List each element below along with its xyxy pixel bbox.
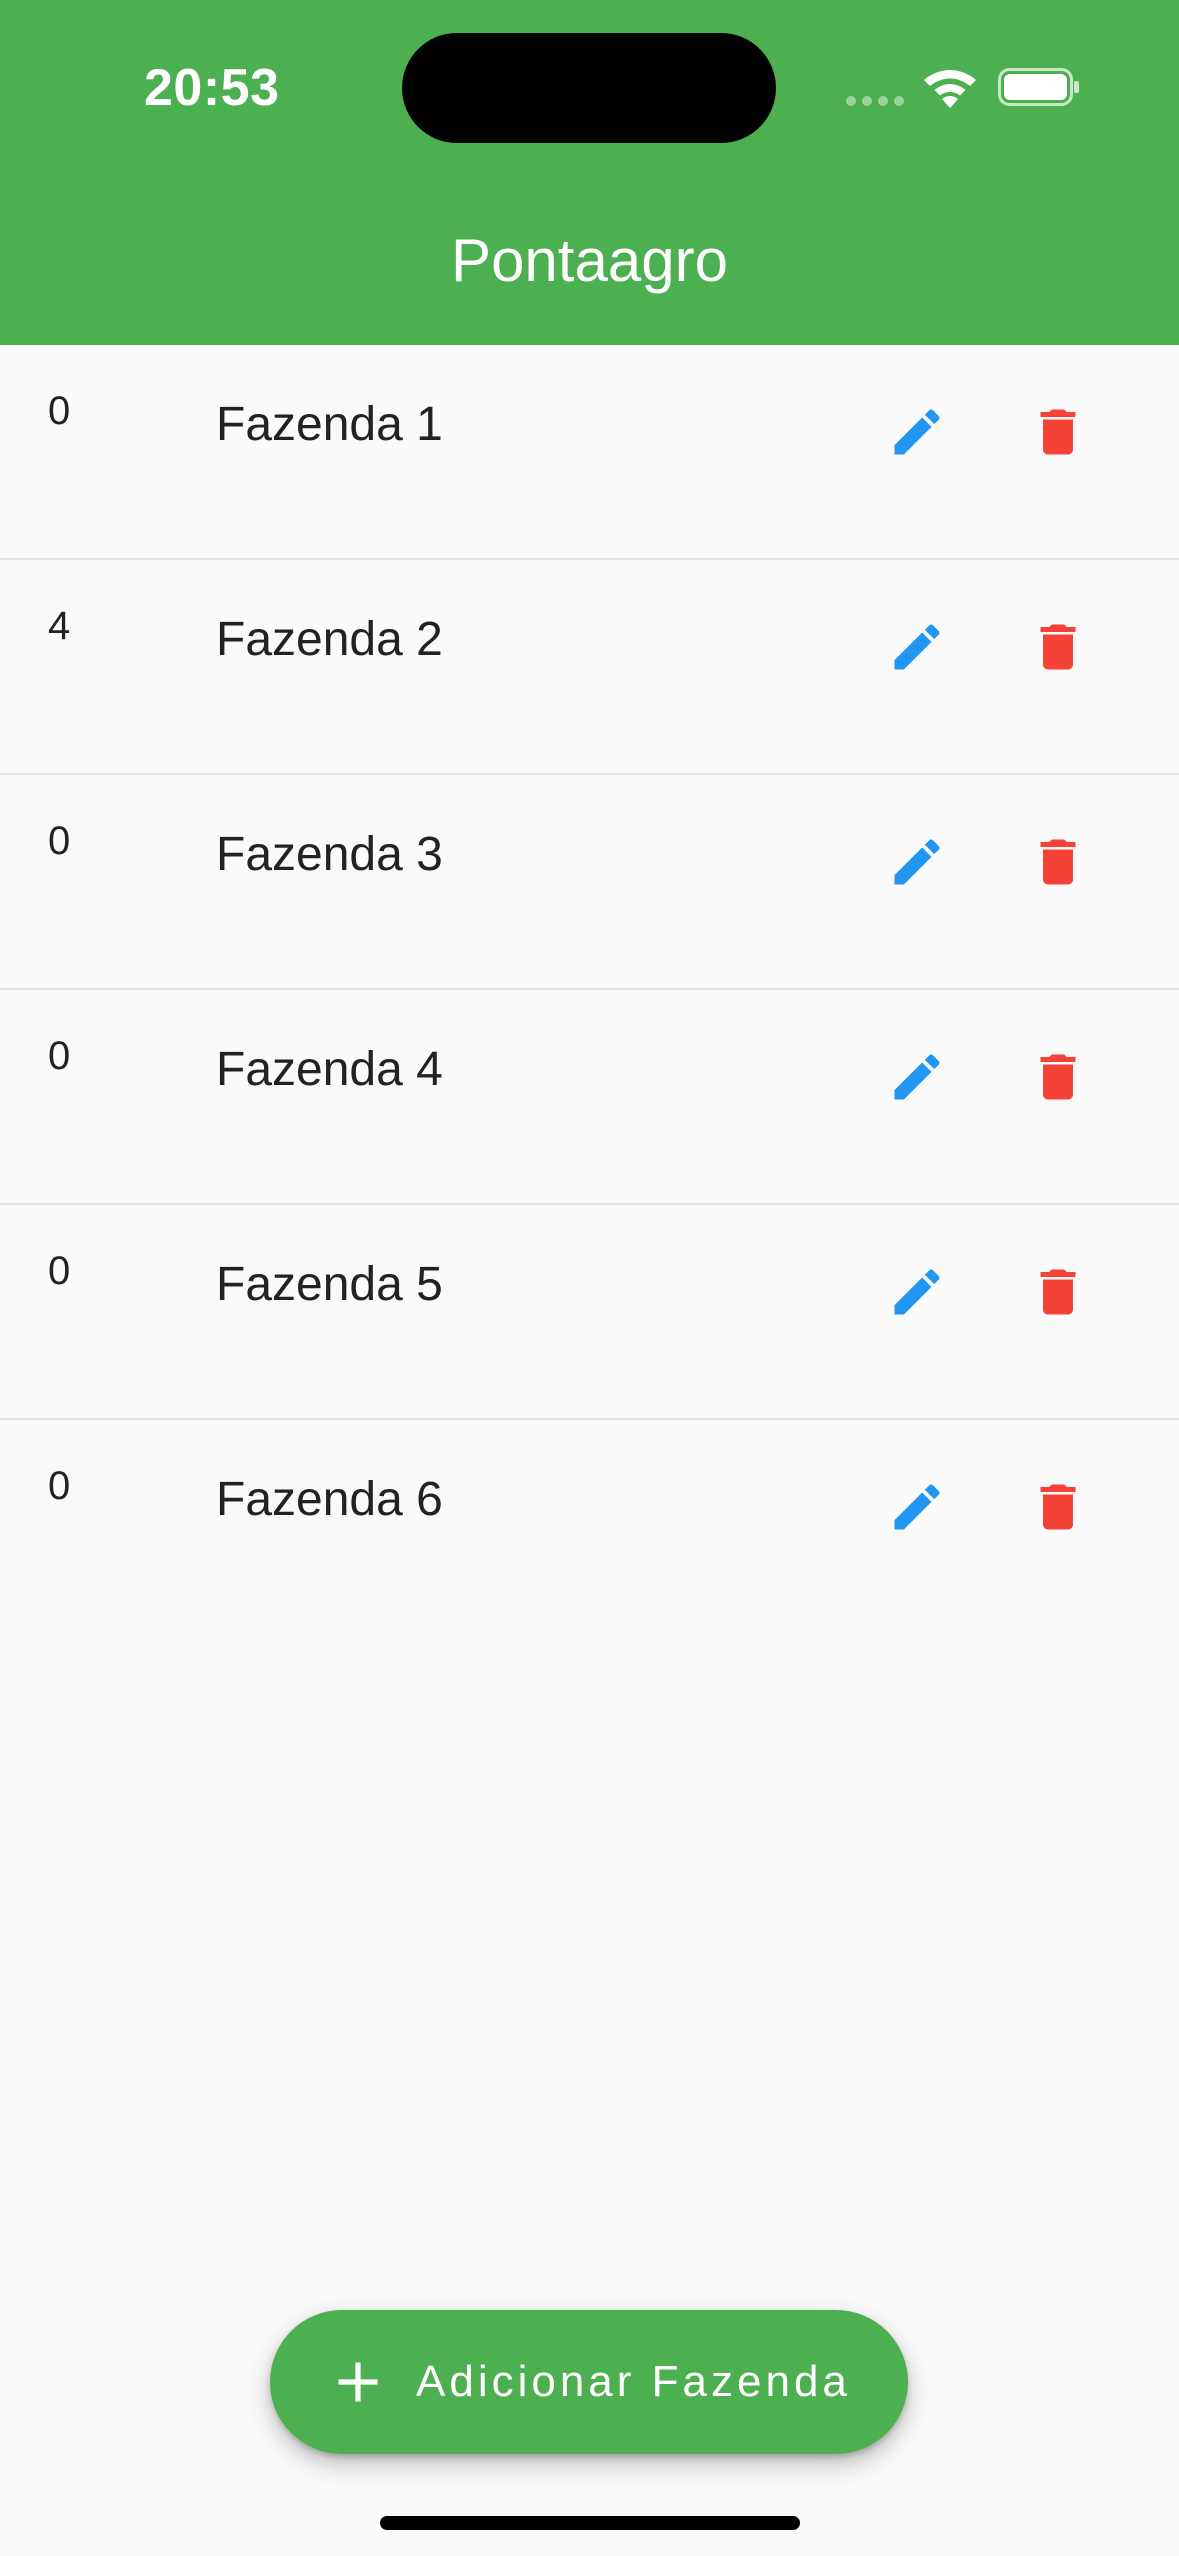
pencil-icon (894, 624, 940, 670)
add-farm-button[interactable]: Adicionar Fazenda (270, 2310, 908, 2454)
farm-list: 0 Fazenda 1 4 Fazenda 2 0 Fazenda 3 0 Fa… (0, 345, 1179, 1635)
pencil-icon (894, 409, 940, 455)
trash-icon (1040, 409, 1076, 455)
list-item[interactable]: 0 Fazenda 1 (0, 345, 1179, 560)
farm-name: Fazenda 6 (216, 1473, 443, 1526)
delete-button[interactable] (1018, 822, 1098, 902)
trash-icon (1040, 624, 1076, 670)
farm-count: 0 (48, 1034, 71, 1078)
list-item[interactable]: 0 Fazenda 3 (0, 775, 1179, 990)
farm-count: 4 (48, 604, 71, 648)
battery-icon (998, 68, 1079, 106)
delete-button[interactable] (1018, 392, 1098, 472)
plus-icon (338, 2362, 378, 2402)
trash-icon (1040, 1484, 1076, 1530)
farm-name: Fazenda 3 (216, 828, 443, 881)
edit-button[interactable] (877, 1467, 957, 1547)
cellular-signal-icon (846, 96, 906, 106)
home-indicator[interactable] (380, 2516, 800, 2530)
pencil-icon (894, 839, 940, 885)
pencil-icon (894, 1484, 940, 1530)
edit-button[interactable] (877, 392, 957, 472)
status-time: 20:53 (144, 59, 280, 117)
edit-button[interactable] (877, 822, 957, 902)
list-item[interactable]: 0 Fazenda 4 (0, 990, 1179, 1205)
app-bar: 20:53 Pontaagro (0, 0, 1179, 345)
farm-count: 0 (48, 389, 71, 433)
page-title: Pontaagro (451, 227, 728, 294)
edit-button[interactable] (877, 1037, 957, 1117)
delete-button[interactable] (1018, 1252, 1098, 1332)
edit-button[interactable] (877, 1252, 957, 1332)
farm-count: 0 (48, 1249, 71, 1293)
trash-icon (1040, 839, 1076, 885)
list-item[interactable]: 0 Fazenda 5 (0, 1205, 1179, 1420)
list-item[interactable]: 4 Fazenda 2 (0, 560, 1179, 775)
trash-icon (1040, 1054, 1076, 1100)
farm-name: Fazenda 4 (216, 1043, 443, 1096)
wifi-icon (924, 70, 976, 108)
farm-name: Fazenda 1 (216, 398, 443, 451)
pencil-icon (894, 1269, 940, 1315)
farm-count: 0 (48, 1464, 71, 1508)
farm-name: Fazenda 2 (216, 613, 443, 666)
list-item[interactable]: 0 Fazenda 6 (0, 1420, 1179, 1635)
delete-button[interactable] (1018, 607, 1098, 687)
delete-button[interactable] (1018, 1467, 1098, 1547)
edit-button[interactable] (877, 607, 957, 687)
pencil-icon (894, 1054, 940, 1100)
farm-name: Fazenda 5 (216, 1258, 443, 1311)
trash-icon (1040, 1269, 1076, 1315)
farm-count: 0 (48, 819, 71, 863)
dynamic-island (402, 33, 776, 143)
add-farm-label: Adicionar Fazenda (416, 2357, 851, 2406)
delete-button[interactable] (1018, 1037, 1098, 1117)
